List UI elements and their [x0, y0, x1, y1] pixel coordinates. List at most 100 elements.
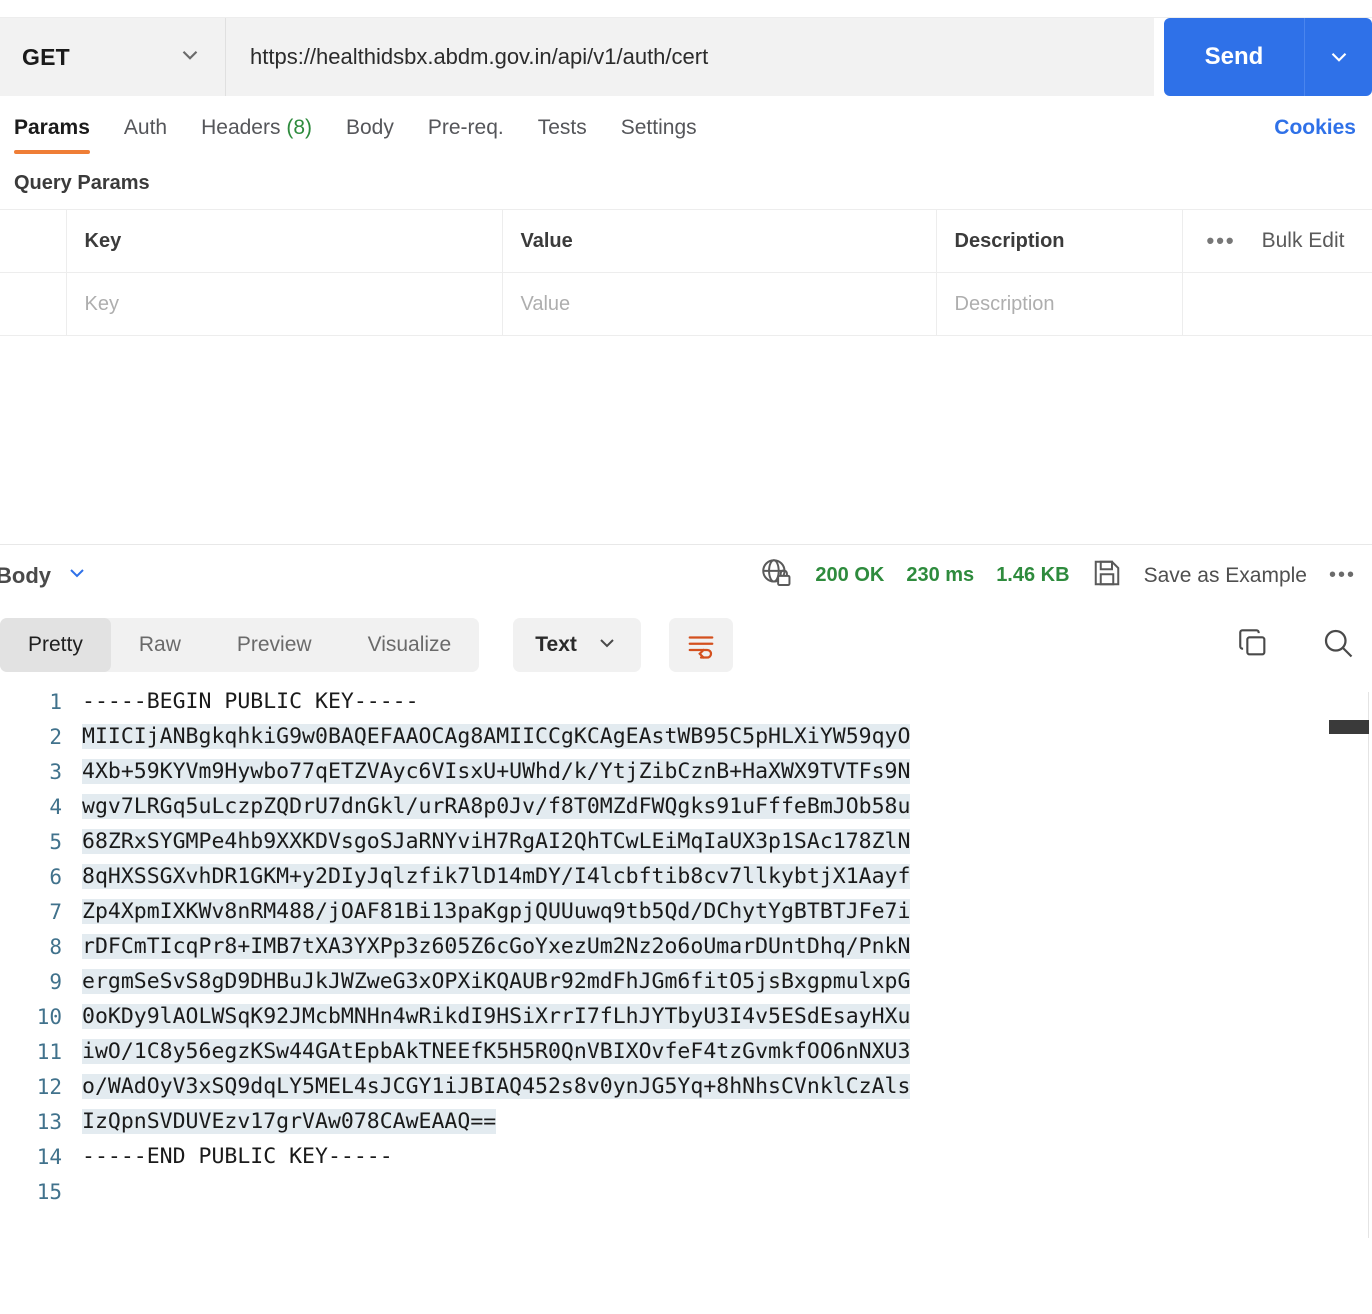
line-number: 3 — [49, 759, 62, 784]
response-body-label: Body — [0, 562, 51, 588]
code-line: 14 -----END PUBLIC KEY----- — [0, 1139, 1372, 1174]
chevron-down-icon — [177, 42, 203, 73]
tab-auth[interactable]: Auth — [124, 116, 167, 154]
tab-params-label: Params — [14, 116, 90, 139]
tab-pretty[interactable]: Pretty — [0, 618, 111, 672]
query-params-title: Query Params — [14, 172, 150, 194]
code-line-text[interactable]: o/WAdOyV3xSQ9dqLY5MEL4sJCGY1iJBIAQ452s8v… — [82, 1074, 911, 1099]
chevron-down-icon — [595, 631, 619, 660]
tab-settings[interactable]: Settings — [621, 116, 697, 154]
tab-settings-label: Settings — [620, 116, 697, 139]
code-line-text[interactable]: wgv7LRGq5uLczpZQDrU7dnGkl/urRA8p0Jv/f8T0… — [82, 794, 911, 819]
row-checkbox-cell[interactable] — [0, 272, 67, 336]
tab-headers-label: Headers — [201, 116, 281, 139]
url-text: https://healthidsbx.abdm.gov.in/api/v1/a… — [250, 44, 709, 69]
tab-preview[interactable]: Preview — [209, 618, 340, 672]
line-number: 14 — [36, 1144, 62, 1169]
response-size: 1.46 KB — [996, 564, 1070, 586]
response-language-select[interactable]: Text — [513, 618, 641, 672]
code-line: 1 -----BEGIN PUBLIC KEY----- — [0, 684, 1372, 719]
tab-params[interactable]: Params — [14, 116, 90, 154]
line-number: 9 — [49, 969, 62, 994]
save-as-example-button[interactable]: Save as Example — [1144, 564, 1307, 588]
response-body-viewer[interactable]: 1 -----BEGIN PUBLIC KEY----- 2 MIICIjANBgkq… — [0, 684, 1372, 1244]
send-button[interactable]: Send — [1164, 18, 1304, 96]
tab-prerequest-label: Pre-req. — [427, 116, 504, 139]
tab-auth-label: Auth — [123, 116, 168, 139]
url-input[interactable]: https://healthidsbx.abdm.gov.in/api/v1/a… — [226, 18, 1154, 96]
line-number: 8 — [49, 934, 62, 959]
code-line-text[interactable]: -----BEGIN PUBLIC KEY----- — [82, 689, 419, 714]
code-line: 12 o/WAdOyV3xSQ9dqLY5MEL4sJCGY1iJBIAQ452s… — [0, 1069, 1372, 1104]
column-header-description: Description — [936, 209, 1183, 273]
bulk-edit-button[interactable]: Bulk Edit — [1262, 229, 1345, 253]
param-value-input[interactable]: Value — [502, 272, 937, 336]
header-checkbox-cell — [0, 209, 67, 273]
code-line-text[interactable]: 8qHXSSGXvhDR1GKM+y2DIyJqlzfik7lD14mDY/I4… — [82, 864, 911, 889]
code-line-text[interactable]: rDFCmTIcqPr8+IMB7tXA3YXPp3z605Z6cGoYxezU… — [82, 934, 911, 959]
send-button-group: Send — [1164, 18, 1372, 96]
response-actions — [1236, 625, 1356, 666]
tab-visualize[interactable]: Visualize — [340, 618, 480, 672]
code-line: 3 4Xb+59KYVm9Hywbo77qETZVAyc6VIsxU+UWhd/k… — [0, 754, 1372, 789]
line-number: 1 — [49, 689, 62, 714]
send-options-button[interactable] — [1304, 18, 1372, 96]
line-number: 5 — [49, 829, 62, 854]
tab-prerequest[interactable]: Pre-req. — [428, 116, 504, 154]
vertical-scrollbar-track[interactable] — [1329, 692, 1369, 1238]
network-secure-icon[interactable] — [759, 556, 793, 595]
code-line-text[interactable]: -----END PUBLIC KEY----- — [82, 1144, 393, 1169]
param-key-input[interactable]: Key — [66, 272, 503, 336]
request-tabs: Params Auth Headers (8) Body Pre-req. Te… — [0, 96, 1372, 154]
response-more-options-icon[interactable]: ••• — [1329, 564, 1356, 587]
request-url-bar: GET https://healthidsbx.abdm.gov.in/api/… — [0, 18, 1372, 96]
code-line-text[interactable]: 4Xb+59KYVm9Hywbo77qETZVAyc6VIsxU+UWhd/k/… — [82, 759, 911, 784]
param-description-input[interactable]: Description — [936, 272, 1183, 336]
save-icon[interactable] — [1092, 558, 1122, 593]
more-options-icon[interactable]: ••• — [1207, 230, 1236, 252]
code-line-text[interactable]: 0oKDy9lAOLWSqK92JMcbMNHn4wRikdI9HSiXrrI7… — [82, 1004, 911, 1029]
code-line: 15 — [0, 1174, 1372, 1209]
code-line: 11 iwO/1C8y56egzKSw44GAtEpbAkTNEEfK5H5R0Q… — [0, 1034, 1372, 1069]
code-line-text[interactable]: 68ZRxSYGMPe4hb9XXKDVsgoSJaRNYviH7RgAI2Qh… — [82, 829, 911, 854]
vertical-scrollbar-thumb[interactable] — [1329, 720, 1369, 734]
cookies-link[interactable]: Cookies — [1274, 116, 1356, 140]
word-wrap-toggle[interactable] — [668, 618, 733, 672]
search-icon[interactable] — [1320, 625, 1356, 666]
tab-body[interactable]: Body — [346, 116, 394, 154]
copy-icon[interactable] — [1236, 626, 1270, 665]
tab-tests[interactable]: Tests — [538, 116, 587, 154]
code-line: 7 Zp4XpmIXKWv8nRM488/jOAF81Bi13paKgpjQUUu… — [0, 894, 1372, 929]
line-number: 12 — [36, 1074, 62, 1099]
chevron-down-icon — [65, 561, 89, 590]
code-line-text[interactable]: Zp4XpmIXKWv8nRM488/jOAF81Bi13paKgpjQUUuw… — [82, 899, 911, 924]
code-line-text[interactable]: ergmSeSvS8gD9DHBuJkJWZweG3xOPXiKQAUBr92m… — [82, 969, 911, 994]
code-line: 10 0oKDy9lAOLWSqK92JMcbMNHn4wRikdI9HSiXrr… — [0, 999, 1372, 1034]
table-actions-cell: ••• Bulk Edit — [1182, 209, 1372, 273]
line-number: 2 — [49, 724, 62, 749]
code-line: 4 wgv7LRGq5uLczpZQDrU7dnGkl/urRA8p0Jv/f8T… — [0, 789, 1372, 824]
table-header-row: Key Value Description ••• Bulk Edit — [0, 209, 1372, 273]
code-line: 2 MIICIjANBgkqhkiG9w0BAQEFAAOCAg8AMIICCgK… — [0, 719, 1372, 754]
code-line-text[interactable]: IzQpnSVDUVEzv17grVAw078CAwEAAQ== — [82, 1109, 497, 1134]
line-number: 10 — [36, 1004, 62, 1029]
response-body-selector[interactable]: Body — [0, 561, 89, 590]
window-top-strip — [0, 0, 1372, 18]
params-empty-space — [0, 336, 1372, 544]
code-line-text[interactable]: MIICIjANBgkqhkiG9w0BAQEFAAOCAg8AMIICCgKC… — [82, 724, 911, 749]
tab-raw[interactable]: Raw — [111, 618, 209, 672]
line-number: 6 — [49, 864, 62, 889]
code-line: 5 68ZRxSYGMPe4hb9XXKDVsgoSJaRNYviH7RgAI2Q… — [0, 824, 1372, 859]
line-number: 4 — [49, 794, 62, 819]
tab-headers[interactable]: Headers (8) — [201, 116, 312, 154]
code-line: 9 ergmSeSvS8gD9DHBuJkJWZweG3xOPXiKQAUBr92… — [0, 964, 1372, 999]
status-badge: 200 OK — [815, 564, 885, 586]
http-method-select[interactable]: GET — [0, 18, 226, 96]
tab-tests-label: Tests — [537, 116, 587, 139]
line-number: 15 — [36, 1179, 62, 1204]
code-line: 13 IzQpnSVDUVEzv17grVAw078CAwEAAQ== — [0, 1104, 1372, 1139]
postman-request-response-view: GET https://healthidsbx.abdm.gov.in/api/… — [0, 0, 1372, 1314]
row-actions-cell — [1182, 272, 1372, 336]
code-line-text[interactable]: iwO/1C8y56egzKSw44GAtEpbAkTNEEfK5H5R0QnV… — [82, 1039, 911, 1064]
code-line-list: 1 -----BEGIN PUBLIC KEY----- 2 MIICIjANBgkq… — [0, 684, 1372, 1209]
